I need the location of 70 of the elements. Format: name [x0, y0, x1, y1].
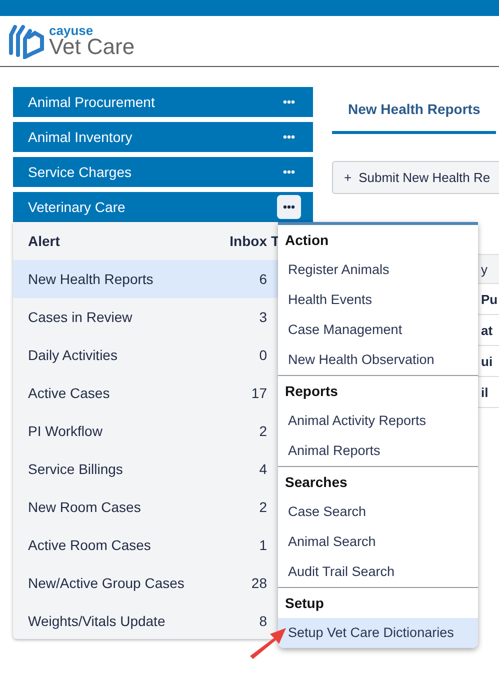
- module-title: Veterinary Care: [28, 199, 126, 215]
- inbox-count: 17: [250, 385, 267, 401]
- module-header[interactable]: Veterinary Care: [13, 192, 313, 222]
- alert-row[interactable]: New/Active Group Cases 28: [13, 564, 278, 602]
- more-icon: [283, 205, 295, 209]
- menu-item[interactable]: Case Search: [278, 497, 478, 527]
- inbox-count: 4: [258, 461, 267, 477]
- alert-row[interactable]: New Room Cases 2: [13, 488, 278, 526]
- alert-row[interactable]: Weights/Vitals Update 8: [13, 602, 278, 640]
- alert-name: New Health Reports: [27, 271, 154, 287]
- alert-row[interactable]: Active Room Cases 1: [13, 526, 278, 564]
- brand-name: cayuse: [49, 24, 94, 37]
- alert-name: Service Billings: [27, 461, 124, 477]
- module-title: Animal Inventory: [28, 129, 132, 145]
- menu-section-title: Reports: [284, 382, 339, 401]
- submit-report-button[interactable]: + Submit New Health Re: [332, 161, 499, 194]
- menu-item[interactable]: Animal Search: [278, 527, 478, 557]
- alert-row[interactable]: New Health Reports 6: [13, 260, 278, 298]
- alert-name: Weights/Vitals Update: [27, 613, 166, 629]
- module-header[interactable]: Animal Inventory: [13, 122, 313, 152]
- table-cell: ui: [481, 354, 493, 368]
- menu-item[interactable]: New Health Observation: [278, 345, 478, 375]
- inbox-count: 1: [258, 537, 267, 553]
- menu-item[interactable]: Health Events: [278, 285, 478, 315]
- column-header: Inbox: [228, 233, 267, 249]
- alert-name: Daily Activities: [27, 347, 118, 363]
- alert-row[interactable]: Cases in Review 3: [13, 298, 278, 336]
- logo-icon: [8, 23, 46, 59]
- alert-row[interactable]: Service Billings 4: [13, 450, 278, 488]
- menu-item[interactable]: Animal Activity Reports: [278, 406, 478, 436]
- inbox-count: 28: [250, 575, 267, 591]
- menu-item[interactable]: Register Animals: [278, 255, 478, 285]
- module-title: Service Charges: [28, 164, 132, 180]
- alert-name: Active Room Cases: [27, 537, 152, 553]
- module-header[interactable]: Service Charges: [13, 157, 313, 187]
- inbox-count: 0: [258, 347, 267, 363]
- menu-item[interactable]: Animal Reports: [278, 436, 478, 466]
- alert-name: Active Cases: [27, 385, 111, 401]
- menu-item[interactable]: Setup Vet Care Dictionaries: [278, 618, 478, 648]
- alert-row[interactable]: Daily Activities 0: [13, 336, 278, 374]
- alert-row[interactable]: Active Cases 17: [13, 374, 278, 412]
- plus-icon: +: [344, 170, 352, 185]
- more-icon: [283, 170, 295, 174]
- inbox-count: 3: [258, 309, 267, 325]
- inbox-count: 2: [258, 499, 267, 515]
- alert-name: New/Active Group Cases: [27, 575, 186, 591]
- column-header: y: [481, 262, 488, 276]
- menu-item[interactable]: Case Management: [278, 315, 478, 345]
- table-cell: at: [481, 322, 493, 338]
- inbox-count: 2: [258, 423, 267, 439]
- inbox-count: 8: [258, 613, 267, 629]
- pointer-arrow: [250, 628, 286, 659]
- module-header[interactable]: Animal Procurement: [13, 87, 313, 117]
- more-icon: [283, 135, 295, 139]
- inbox-count: 6: [258, 271, 267, 287]
- alert-name: PI Workflow: [27, 423, 104, 439]
- menu-section-title: Setup: [284, 594, 325, 613]
- menu-item[interactable]: Audit Trail Search: [278, 557, 478, 587]
- menu-section-title: Searches: [284, 473, 348, 492]
- module-title: Animal Procurement: [28, 94, 155, 110]
- table-cell: Pu: [481, 292, 498, 306]
- table-cell: il: [481, 384, 488, 400]
- alert-row[interactable]: PI Workflow 2: [13, 412, 278, 450]
- column-header: Alert: [27, 233, 61, 249]
- alert-name: New Room Cases: [27, 499, 142, 515]
- alert-name: Cases in Review: [27, 309, 134, 325]
- tab[interactable]: New Health Reports: [332, 87, 496, 134]
- more-icon: [283, 100, 295, 104]
- menu-section-title: Action: [284, 231, 330, 250]
- more-button[interactable]: [277, 195, 301, 219]
